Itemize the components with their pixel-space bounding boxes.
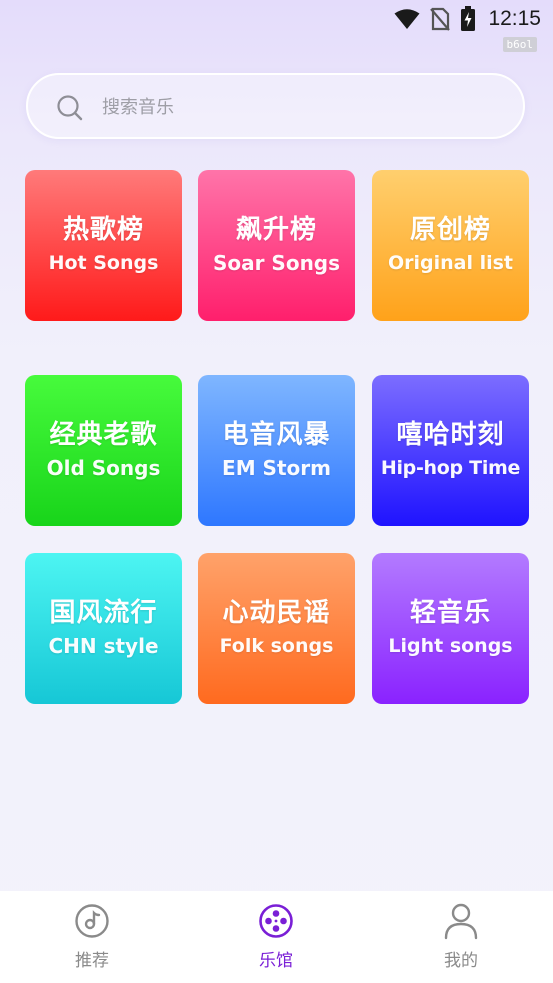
- status-time: 12:15: [488, 7, 541, 30]
- nav-item-mine[interactable]: 我的: [369, 891, 553, 983]
- category-title-cn: 国风流行: [49, 598, 158, 628]
- category-title-en: EM Storm: [222, 456, 331, 480]
- wifi-icon: [394, 8, 420, 30]
- nav-label: 我的: [444, 951, 478, 971]
- category-card-chn-style[interactable]: 国风流行 CHN style: [25, 553, 182, 704]
- nav-label: 推荐: [75, 951, 109, 971]
- user-icon: [443, 902, 479, 940]
- category-title-cn: 经典老歌: [49, 420, 158, 450]
- category-title-en: Original list: [387, 252, 514, 274]
- category-title-en: Folk songs: [219, 635, 334, 657]
- category-card-light-songs[interactable]: 轻音乐 Light songs: [372, 553, 529, 704]
- category-title-cn: 心动民谣: [222, 598, 331, 628]
- battery-charging-icon: [460, 6, 476, 32]
- film-reel-icon: [258, 902, 294, 940]
- search-input[interactable]: [100, 89, 504, 125]
- bottom-nav: 推荐 乐馆 我的: [0, 891, 553, 983]
- nav-label: 乐馆: [259, 951, 293, 971]
- search-bar[interactable]: [26, 73, 525, 139]
- category-title-cn: 电音风暴: [222, 420, 331, 450]
- category-title-en: CHN style: [48, 634, 159, 658]
- category-title-en: Soar Songs: [212, 251, 341, 275]
- category-title-cn: 嘻哈时刻: [396, 420, 505, 450]
- category-title-en: Light songs: [388, 635, 513, 657]
- category-card-em-storm[interactable]: 电音风暴 EM Storm: [198, 375, 355, 526]
- category-title-cn: 飙升榜: [235, 215, 317, 245]
- category-title-en: Old Songs: [46, 456, 161, 480]
- search-icon: [56, 94, 84, 126]
- category-card-hot-songs[interactable]: 热歌榜 Hot Songs: [25, 170, 182, 321]
- build-badge: b6ol: [502, 37, 537, 52]
- category-card-old-songs[interactable]: 经典老歌 Old Songs: [25, 375, 182, 526]
- status-icons: 12:15: [394, 6, 541, 32]
- category-title-cn: 原创榜: [409, 215, 491, 245]
- category-card-soar-songs[interactable]: 飙升榜 Soar Songs: [198, 170, 355, 321]
- category-title-cn: 轻音乐: [409, 598, 491, 628]
- category-title-cn: 热歌榜: [62, 215, 144, 245]
- category-title-en: Hot Songs: [48, 252, 159, 274]
- category-title-en: Hip-hop Time: [380, 457, 521, 479]
- music-disc-icon: [74, 902, 110, 940]
- category-card-hiphop-time[interactable]: 嘻哈时刻 Hip-hop Time: [372, 375, 529, 526]
- status-bar: 12:15 b6ol: [0, 0, 553, 52]
- nav-item-recommend[interactable]: 推荐: [0, 891, 184, 983]
- category-card-folk-songs[interactable]: 心动民谣 Folk songs: [198, 553, 355, 704]
- category-card-original-list[interactable]: 原创榜 Original list: [372, 170, 529, 321]
- nav-item-music-hall[interactable]: 乐馆: [184, 891, 368, 983]
- no-sim-icon: [430, 7, 451, 31]
